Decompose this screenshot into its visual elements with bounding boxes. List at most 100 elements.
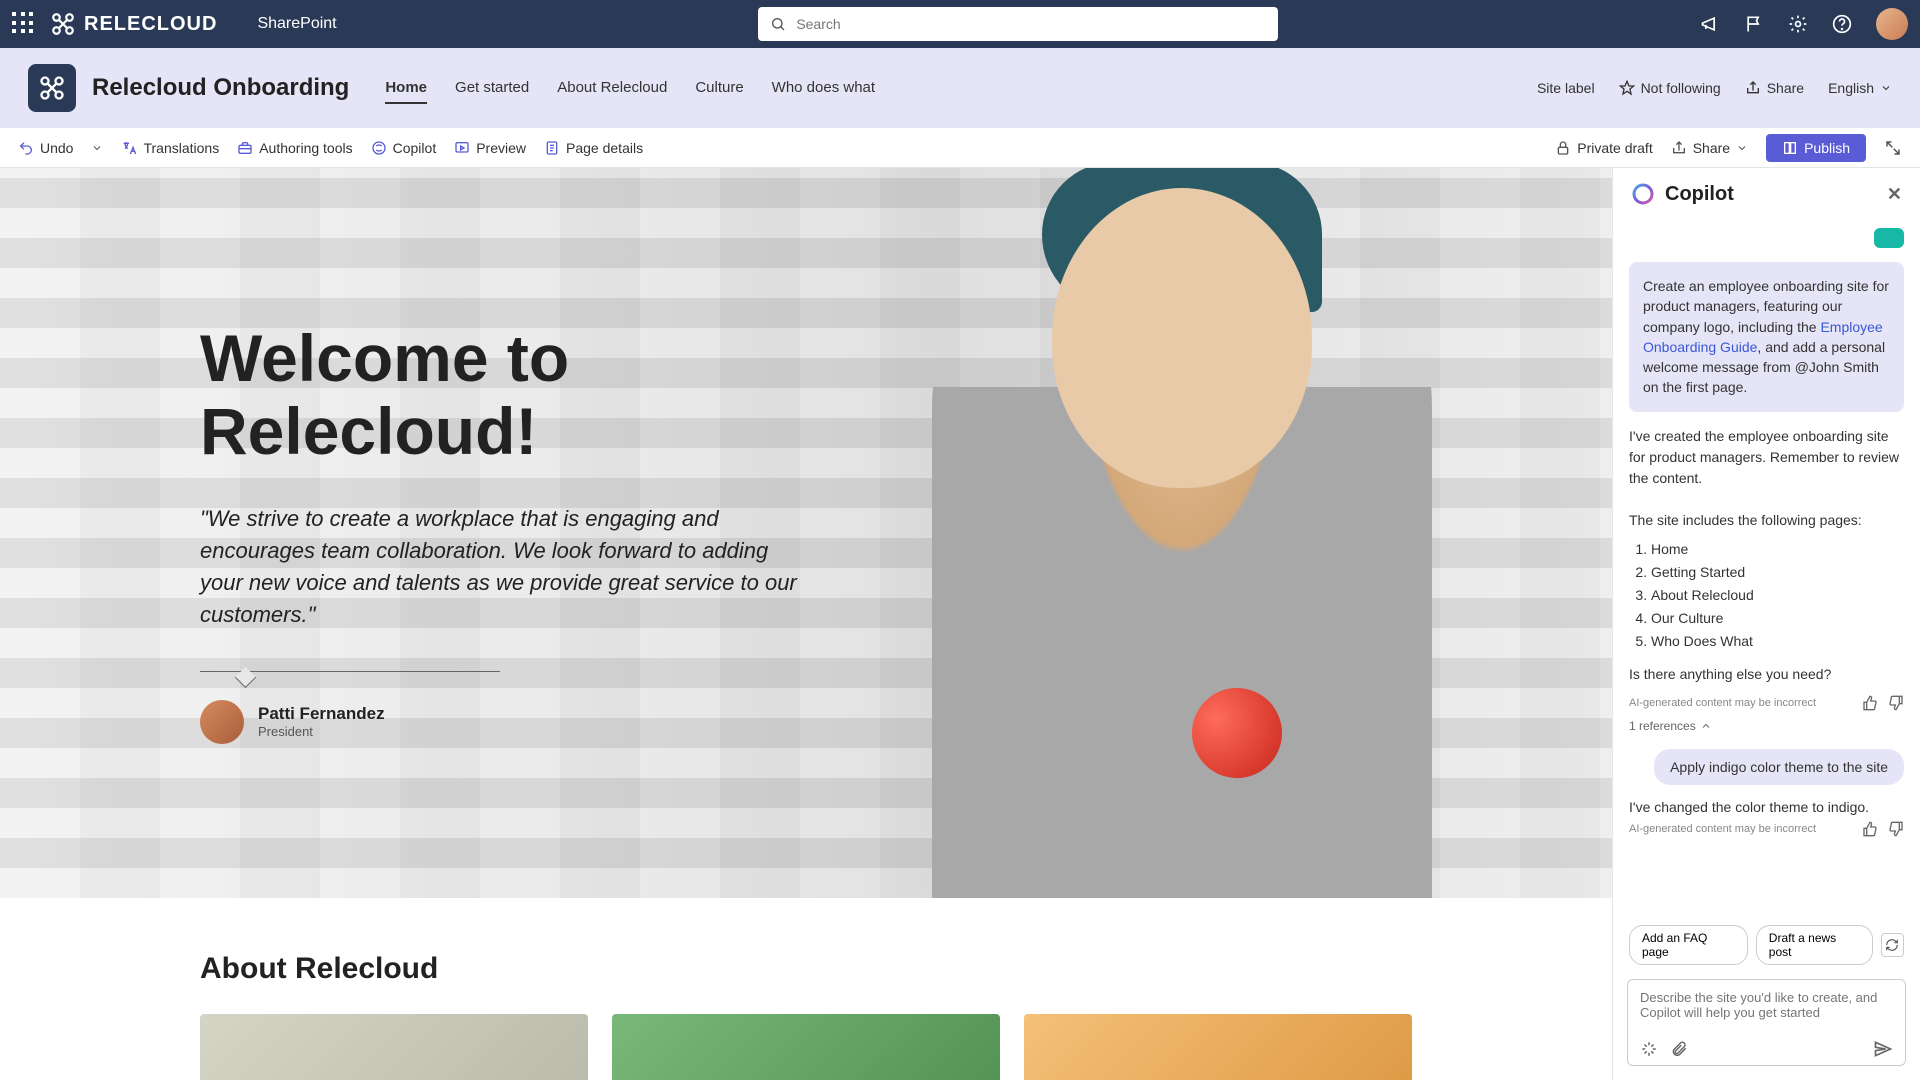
thumbs-up-icon[interactable] [1862, 695, 1878, 711]
chevron-down-icon [1736, 142, 1748, 154]
hero-section: Welcome to Relecloud! "We strive to crea… [0, 168, 1612, 898]
app-launcher-icon[interactable] [12, 12, 36, 36]
attachment-icon[interactable] [1670, 1040, 1688, 1058]
user-message-2: Apply indigo color theme to the site [1654, 749, 1904, 785]
language-label: English [1828, 80, 1874, 96]
undo-button[interactable]: Undo [18, 140, 73, 156]
toolbox-icon [237, 140, 253, 156]
share-site-label: Share [1767, 80, 1804, 96]
page-details-button[interactable]: Page details [544, 140, 643, 156]
expand-icon[interactable] [1884, 139, 1902, 157]
site-label[interactable]: Site label [1537, 80, 1595, 96]
disclaimer-text: AI-generated content may be incorrect [1629, 823, 1816, 835]
authoring-label: Authoring tools [259, 140, 352, 156]
chevron-down-icon[interactable] [91, 142, 103, 154]
preview-button[interactable]: Preview [454, 140, 526, 156]
site-nav: Home Get started About Relecloud Culture… [385, 73, 875, 104]
thumbs-up-icon[interactable] [1862, 821, 1878, 837]
send-icon[interactable] [1873, 1039, 1893, 1059]
author-name: Patti Fernandez [258, 704, 385, 724]
share-site-button[interactable]: Share [1745, 80, 1804, 96]
copilot-label: Copilot [393, 140, 437, 156]
nav-get-started[interactable]: Get started [455, 73, 529, 104]
authoring-tools-button[interactable]: Authoring tools [237, 140, 352, 156]
list-item: Our Culture [1651, 608, 1904, 629]
share-page-button[interactable]: Share [1671, 140, 1748, 156]
suggestion-faq[interactable]: Add an FAQ page [1629, 925, 1748, 965]
reply1-list: Home Getting Started About Relecloud Our… [1651, 539, 1904, 652]
about-card-3[interactable] [1024, 1014, 1412, 1080]
hero-author: Patti Fernandez President [200, 700, 800, 744]
follow-button[interactable]: Not following [1619, 80, 1721, 96]
quote-divider [200, 671, 500, 672]
disclaimer-text: AI-generated content may be incorrect [1629, 697, 1816, 709]
references-label: 1 references [1629, 719, 1696, 733]
translations-button[interactable]: Translations [121, 140, 219, 156]
refresh-suggestions-button[interactable] [1881, 933, 1904, 957]
hero-image [832, 168, 1532, 898]
close-icon[interactable]: ✕ [1887, 184, 1902, 205]
about-title: About Relecloud [200, 952, 1412, 986]
tenant-brand: RELECLOUD [50, 11, 217, 37]
copilot-input[interactable] [1640, 990, 1893, 1030]
translations-label: Translations [143, 140, 219, 156]
flag-icon[interactable] [1744, 14, 1764, 34]
follow-label: Not following [1641, 80, 1721, 96]
copilot-reply-2: I've changed the color theme to indigo. [1629, 799, 1904, 815]
nav-about[interactable]: About Relecloud [557, 73, 667, 104]
nav-home[interactable]: Home [385, 73, 427, 104]
lock-icon [1555, 140, 1571, 156]
references-toggle[interactable]: 1 references [1629, 719, 1904, 733]
nav-culture[interactable]: Culture [695, 73, 743, 104]
thumbs-down-icon[interactable] [1888, 695, 1904, 711]
chevron-down-icon [1880, 82, 1892, 94]
chevron-up-icon [1700, 720, 1712, 732]
undo-label: Undo [40, 140, 73, 156]
language-selector[interactable]: English [1828, 80, 1892, 96]
list-item: About Relecloud [1651, 585, 1904, 606]
author-role: President [258, 724, 385, 739]
page-details-label: Page details [566, 140, 643, 156]
user-avatar[interactable] [1876, 8, 1908, 40]
site-title[interactable]: Relecloud Onboarding [92, 74, 349, 102]
refresh-icon [1885, 938, 1899, 952]
list-item: Who Does What [1651, 631, 1904, 652]
reply1-p3: Is there anything else you need? [1629, 664, 1904, 685]
reply1-p1: I've created the employee onboarding sit… [1629, 426, 1904, 489]
search-input[interactable] [796, 16, 1266, 32]
share-icon [1745, 80, 1761, 96]
app-name[interactable]: SharePoint [257, 15, 336, 33]
copilot-icon [371, 140, 387, 156]
heart-icon [1185, 681, 1289, 785]
reply1-p2: The site includes the following pages: [1629, 510, 1904, 531]
translate-icon [121, 140, 137, 156]
private-draft-label: Private draft [1577, 140, 1652, 156]
publish-button[interactable]: Publish [1766, 134, 1866, 162]
thumbs-down-icon[interactable] [1888, 821, 1904, 837]
megaphone-icon[interactable] [1700, 14, 1720, 34]
copilot-title: Copilot [1665, 183, 1734, 206]
copilot-logo-icon [1631, 182, 1655, 206]
undo-icon [18, 140, 34, 156]
search-box[interactable] [758, 7, 1278, 41]
copilot-button[interactable]: Copilot [371, 140, 437, 156]
page-details-icon [544, 140, 560, 156]
hero-title: Welcome to Relecloud! [200, 322, 800, 467]
nav-who[interactable]: Who does what [772, 73, 875, 104]
sparkle-icon[interactable] [1640, 1040, 1658, 1058]
search-icon [770, 16, 786, 32]
preview-icon [454, 140, 470, 156]
copilot-panel: Copilot ✕ Create an employee onboarding … [1612, 168, 1920, 1080]
gear-icon[interactable] [1788, 14, 1808, 34]
about-card-1[interactable] [200, 1014, 588, 1080]
site-logo[interactable] [28, 64, 76, 112]
publish-icon [1782, 140, 1798, 156]
copilot-input-area[interactable] [1627, 979, 1906, 1066]
suggestion-news[interactable]: Draft a news post [1756, 925, 1873, 965]
copilot-reply-1: I've created the employee onboarding sit… [1629, 426, 1904, 685]
private-draft-button[interactable]: Private draft [1555, 140, 1652, 156]
about-card-2[interactable] [612, 1014, 1000, 1080]
publish-label: Publish [1804, 140, 1850, 156]
help-icon[interactable] [1832, 14, 1852, 34]
star-icon [1619, 80, 1635, 96]
